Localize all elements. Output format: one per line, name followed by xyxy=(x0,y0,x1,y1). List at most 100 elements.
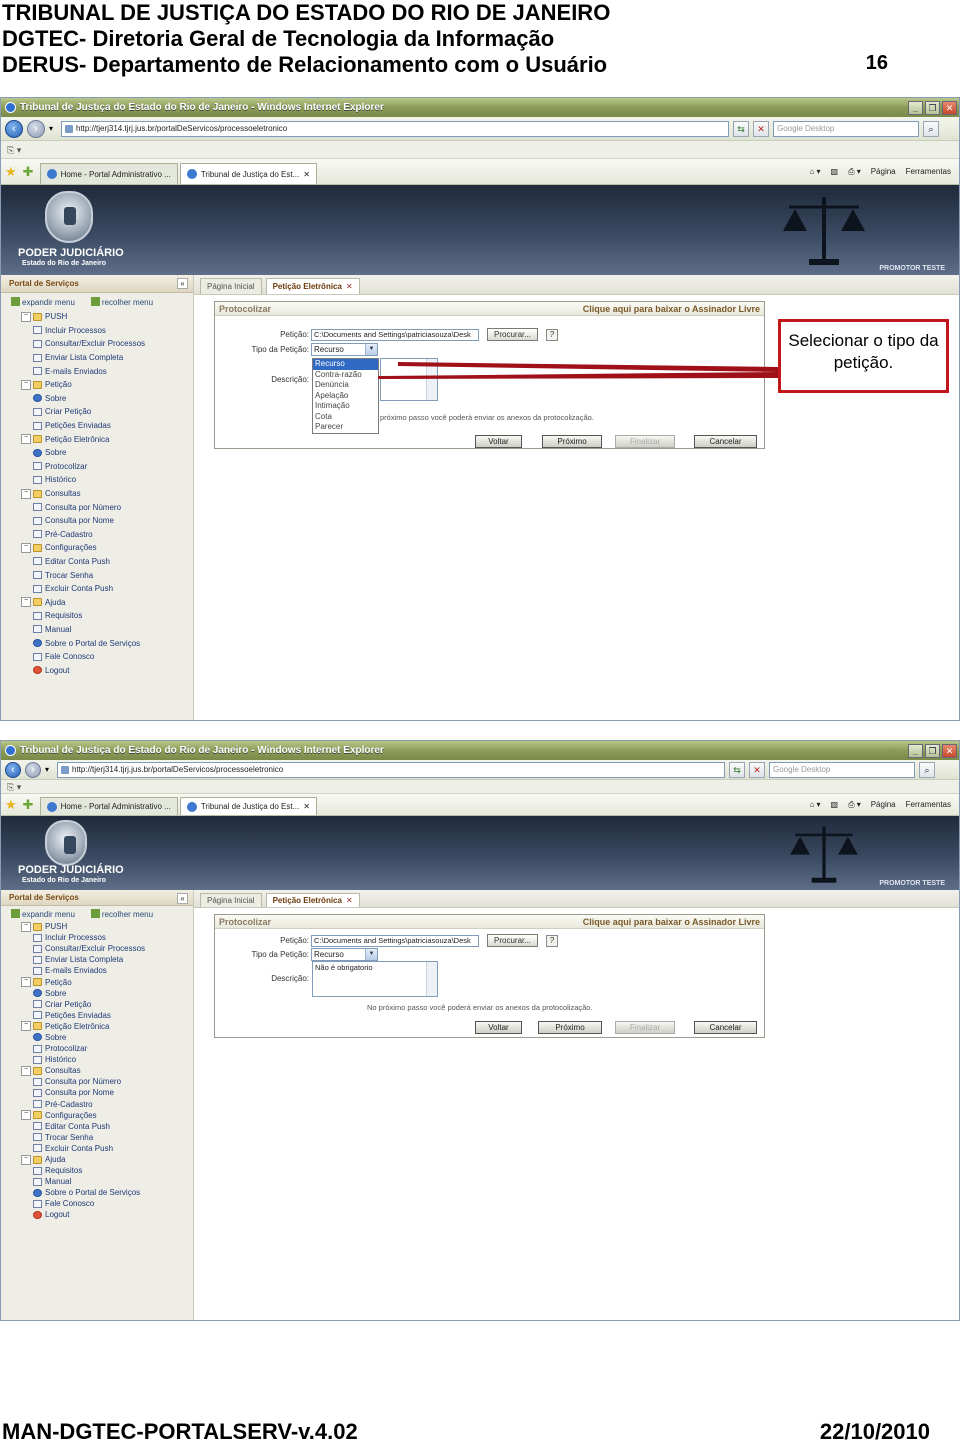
peticao-file-input[interactable]: C:\Documents and Settings\patriciasouza\… xyxy=(311,934,479,947)
sidebar-item-editar-conta-push[interactable]: Editar Conta Push xyxy=(21,1121,193,1132)
sidebar-item-enviar-lista-completa[interactable]: Enviar Lista Completa xyxy=(21,351,193,365)
sidebar-item-ajuda[interactable]: Ajuda xyxy=(21,1154,193,1165)
tipo-option-contra-razao[interactable]: Contra-razão xyxy=(313,370,378,381)
scrollbar[interactable] xyxy=(426,962,437,996)
sidebar-item-ajuda[interactable]: Ajuda xyxy=(21,595,193,609)
minimize-button[interactable]: _ xyxy=(908,100,923,115)
back-button[interactable]: ‹ xyxy=(5,119,23,138)
expand-menu-link[interactable]: expandir menu xyxy=(11,909,75,919)
refresh-button[interactable]: ⇆ xyxy=(733,120,749,137)
tipo-select[interactable]: Recurso ▼ xyxy=(311,343,378,356)
sidebar-item-excluir-conta-push[interactable]: Excluir Conta Push xyxy=(21,582,193,596)
sidebar-item-configuracoes[interactable]: Configurações xyxy=(21,1110,193,1121)
sidebar-item-pre-cadastro[interactable]: Pré-Cadastro xyxy=(21,1099,193,1110)
tab-home[interactable]: Home - Portal Administrativo ... xyxy=(39,797,178,815)
restore-button[interactable]: ❐ xyxy=(925,100,940,115)
close-tab-icon[interactable]: ✕ xyxy=(346,896,353,905)
close-button[interactable]: ✕ xyxy=(942,743,957,758)
favorites-icon[interactable]: ★ xyxy=(5,794,17,816)
close-tab-icon[interactable]: ✕ xyxy=(346,282,353,291)
sidebar-item-incluir-processos[interactable]: Incluir Processos xyxy=(21,932,193,943)
sidebar-item-historico[interactable]: Histórico xyxy=(21,473,193,487)
sidebar-item-peticao-eletronica[interactable]: Petição Eletrônica xyxy=(21,432,193,446)
back-button[interactable]: ‹ xyxy=(5,761,21,778)
menu-pagina[interactable]: Página xyxy=(871,167,896,177)
tipo-option-denuncia[interactable]: Denúncia xyxy=(313,380,378,391)
tab-pagina-inicial[interactable]: Página Inicial xyxy=(200,278,262,294)
sidebar-item-peticoes-enviadas[interactable]: Petições Enviadas xyxy=(21,1010,193,1021)
browse-button[interactable]: Procurar... xyxy=(487,934,538,947)
stop-button[interactable]: ✕ xyxy=(753,120,769,137)
sidebar-item-consultas[interactable]: Consultas xyxy=(21,487,193,501)
sidebar-item-requisitos[interactable]: Requisitos xyxy=(21,609,193,623)
scrollbar[interactable] xyxy=(426,359,437,400)
close-button[interactable]: ✕ xyxy=(942,100,957,115)
download-assinador-link[interactable]: Clique aqui para baixar o Assinador Livr… xyxy=(583,302,760,315)
collapse-menu-link[interactable]: recolher menu xyxy=(91,297,153,307)
sidebar-item-configuracoes[interactable]: Configurações xyxy=(21,541,193,555)
sidebar-item-e-mails-enviados[interactable]: E-mails Enviados xyxy=(21,965,193,976)
sidebar-item-trocar-senha[interactable]: Trocar Senha xyxy=(21,568,193,582)
address-bar[interactable]: http://tjerj314.tjrj.jus.br/portalDeServ… xyxy=(61,120,729,137)
proximo-button[interactable]: Próximo xyxy=(542,435,602,448)
restore-button[interactable]: ❐ xyxy=(925,743,940,758)
search-input[interactable]: Google Desktop xyxy=(769,761,915,778)
sidebar-item-incluir-processos[interactable]: Incluir Processos xyxy=(21,324,193,338)
cancelar-button[interactable]: Cancelar xyxy=(694,1021,757,1034)
sidebar-item-protocolizar[interactable]: Protocolizar xyxy=(21,1043,193,1054)
tab-pagina-inicial[interactable]: Página Inicial xyxy=(200,893,262,907)
add-favorite-icon[interactable]: ✚ xyxy=(23,794,34,816)
minimize-button[interactable]: _ xyxy=(908,743,923,758)
sidebar-item-e-mails-enviados[interactable]: E-mails Enviados xyxy=(21,364,193,378)
feeds-icon[interactable]: ▧ xyxy=(831,167,839,177)
tipo-option-apelacao[interactable]: Apelação xyxy=(313,391,378,402)
sidebar-item-peticao-eletronica[interactable]: Petição Eletrônica xyxy=(21,1021,193,1032)
favorites-icon[interactable]: ★ xyxy=(5,161,17,183)
tipo-option-intimacao[interactable]: Intimação xyxy=(313,401,378,412)
sidebar-item-consultas[interactable]: Consultas xyxy=(21,1065,193,1076)
sidebar-item-consulta-por-nome[interactable]: Consulta por Nome xyxy=(21,1087,193,1098)
tipo-option-parecer[interactable]: Parecer xyxy=(313,422,378,433)
browse-button[interactable]: Procurar... xyxy=(487,328,538,341)
print-icon[interactable]: ⎙ ▾ xyxy=(848,800,861,810)
finalizar-button[interactable]: Finalizar xyxy=(615,1021,675,1034)
search-icon[interactable]: ⌕ xyxy=(919,761,935,778)
menu-pagina[interactable]: Página xyxy=(871,800,896,810)
tipo-option-recurso[interactable]: Recurso xyxy=(313,359,378,370)
cancelar-button[interactable]: Cancelar xyxy=(694,435,757,448)
refresh-button[interactable]: ⇆ xyxy=(729,761,745,778)
print-icon[interactable]: ⎙ ▾ xyxy=(848,167,861,177)
sidebar-item-enviar-lista-completa[interactable]: Enviar Lista Completa xyxy=(21,954,193,965)
feeds-icon[interactable]: ▧ xyxy=(831,800,839,810)
collapse-sidebar-button[interactable]: « xyxy=(177,278,188,289)
tab-peticao-eletronica[interactable]: Petição Eletrônica ✕ xyxy=(265,893,360,907)
forward-button[interactable]: › xyxy=(25,761,41,778)
search-icon[interactable]: ⌕ xyxy=(923,120,939,137)
sidebar-item-sobre-o-portal-de-servicos[interactable]: Sobre o Portal de Serviços xyxy=(21,636,193,650)
sidebar-item-push[interactable]: PUSH xyxy=(21,921,193,932)
sidebar-item-sobre[interactable]: Sobre xyxy=(21,1032,193,1043)
sidebar-item-fale-conosco[interactable]: Fale Conosco xyxy=(21,1198,193,1209)
sidebar-item-manual[interactable]: Manual xyxy=(21,623,193,637)
sidebar-item-historico[interactable]: Histórico xyxy=(21,1054,193,1065)
add-favorite-icon[interactable]: ✚ xyxy=(23,161,34,183)
address-bar[interactable]: http://tjerj314.tjrj.jus.br/portalDeServ… xyxy=(57,761,725,778)
proximo-button[interactable]: Próximo xyxy=(538,1021,602,1034)
descricao-textarea[interactable] xyxy=(380,358,438,401)
sidebar-item-peticao[interactable]: Petição xyxy=(21,378,193,392)
sidebar-item-consultar-excluir-processos[interactable]: Consultar/Excluir Processos xyxy=(21,943,193,954)
sidebar-item-excluir-conta-push[interactable]: Excluir Conta Push xyxy=(21,1143,193,1154)
tab-home[interactable]: Home - Portal Administrativo ... xyxy=(39,163,178,184)
search-input[interactable]: Google Desktop xyxy=(773,120,919,137)
tab-peticao-eletronica[interactable]: Petição Eletrônica ✕ xyxy=(265,278,360,294)
sidebar-item-requisitos[interactable]: Requisitos xyxy=(21,1165,193,1176)
forward-button[interactable]: › xyxy=(27,119,45,138)
stop-button[interactable]: ✕ xyxy=(749,761,765,778)
tipo-select[interactable]: Recurso ▼ xyxy=(311,948,378,961)
tipo-option-cota[interactable]: Cota xyxy=(313,412,378,423)
help-icon[interactable]: ? xyxy=(545,328,558,341)
sidebar-item-sobre[interactable]: Sobre xyxy=(21,446,193,460)
sidebar-item-peticoes-enviadas[interactable]: Petições Enviadas xyxy=(21,419,193,433)
sidebar-item-sobre[interactable]: Sobre xyxy=(21,392,193,406)
sidebar-item-peticao[interactable]: Petição xyxy=(21,976,193,987)
